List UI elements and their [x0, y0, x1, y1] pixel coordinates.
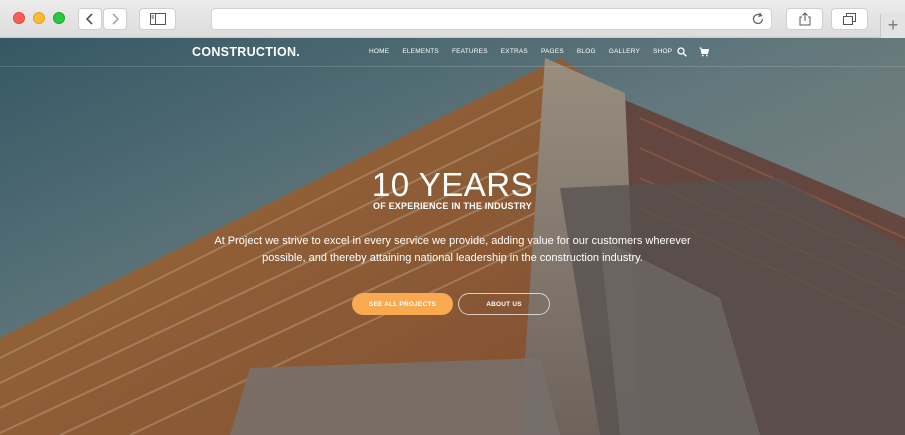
menu-item-pages[interactable]: PAGES — [541, 48, 564, 55]
tabs-icon — [842, 13, 856, 25]
search-icon[interactable] — [677, 47, 687, 57]
chevron-left-icon — [86, 13, 93, 25]
tabs-overview-button[interactable] — [831, 8, 868, 30]
zoom-window-button[interactable] — [53, 12, 65, 24]
menu-item-elements[interactable]: ELEMENTS — [402, 48, 439, 55]
hero-description: At Project we strive to excel in every s… — [214, 235, 691, 264]
browser-toolbar: + — [0, 0, 905, 38]
sidebar-toggle-button[interactable] — [139, 8, 176, 30]
address-bar[interactable] — [211, 8, 772, 30]
hero-title: 10 YEARS — [371, 166, 534, 203]
browser-window: + CONSTRUCTION. HOME ELEMENTS FEATURES E… — [0, 0, 905, 435]
menu-item-extras[interactable]: EXTRAS — [501, 48, 528, 55]
forward-button[interactable] — [103, 8, 127, 30]
hero-section: CONSTRUCTION. HOME ELEMENTS FEATURES EXT… — [0, 38, 905, 435]
close-window-button[interactable] — [13, 12, 25, 24]
share-icon — [799, 12, 810, 26]
menu-item-gallery[interactable]: GALLERY — [609, 48, 640, 55]
reload-icon[interactable] — [751, 12, 765, 26]
hero-subtitle: OF EXPERIENCE IN THE INDUSTRY — [373, 201, 532, 211]
share-button[interactable] — [786, 8, 823, 30]
site-logo[interactable]: CONSTRUCTION. — [192, 45, 300, 59]
menu-item-home[interactable]: HOME — [369, 48, 389, 55]
back-button[interactable] — [78, 8, 102, 30]
sidebar-icon — [149, 13, 166, 25]
menu-item-shop[interactable]: SHOP — [653, 48, 672, 55]
cart-icon[interactable] — [699, 47, 709, 57]
main-menu: HOME ELEMENTS FEATURES EXTRAS PAGES BLOG… — [369, 48, 685, 55]
menu-item-blog[interactable]: BLOG — [577, 48, 596, 55]
about-us-button[interactable]: ABOUT US — [458, 293, 550, 315]
menu-item-features[interactable]: FEATURES — [452, 48, 488, 55]
minimize-window-button[interactable] — [33, 12, 45, 24]
site-header: CONSTRUCTION. HOME ELEMENTS FEATURES EXT… — [0, 38, 905, 67]
see-all-projects-button[interactable]: SEE ALL PROJECTS — [352, 293, 453, 315]
chevron-right-icon — [112, 13, 119, 25]
new-tab-button[interactable]: + — [880, 14, 905, 38]
